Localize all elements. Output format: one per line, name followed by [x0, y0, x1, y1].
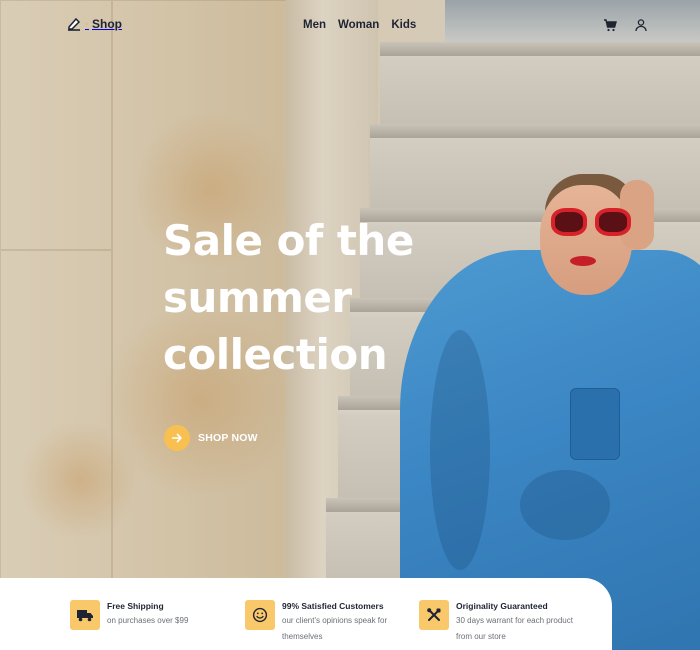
nav-item-woman[interactable]: Woman: [338, 19, 379, 31]
logo-accent-dot: ·: [85, 17, 89, 31]
feature-desc: 30 days warrant for each product from ou…: [456, 613, 573, 644]
feature-desc-line: our client's opinions speak for: [282, 616, 388, 625]
nav-item-kids[interactable]: Kids: [391, 19, 416, 31]
features-bar: Free Shipping on purchases over $99 99% …: [0, 578, 612, 650]
feature-originality-guaranteed: Originality Guaranteed 30 days warrant f…: [419, 600, 573, 644]
user-icon[interactable]: [634, 18, 648, 32]
feature-title: Free Shipping: [107, 601, 164, 611]
model-sunglasses: [551, 208, 633, 238]
nav-item-men[interactable]: Men: [303, 19, 326, 31]
hero-title: Sale of the summer collection: [163, 212, 463, 383]
coat-pocket: [570, 388, 620, 460]
feature-desc-line: themselves: [282, 631, 323, 641]
main-nav: Men Woman Kids: [303, 19, 416, 31]
truck-icon: [70, 600, 100, 630]
brand-logo[interactable]: · Shop: [66, 16, 122, 32]
stair-lip: [370, 124, 700, 138]
brand-name: Shop: [92, 17, 122, 31]
pencil-box-icon: [68, 17, 81, 31]
model-lips: [570, 256, 596, 266]
feature-title: Originality Guaranteed: [456, 601, 548, 611]
shop-now-label: SHOP NOW: [198, 432, 258, 444]
hero-title-line: Sale of the: [163, 216, 414, 265]
feature-free-shipping: Free Shipping on purchases over $99: [70, 600, 188, 630]
site-header: · Shop Men Woman Kids: [0, 0, 700, 52]
wall-stain: [20, 420, 140, 540]
feature-desc: our client's opinions speak for themselv…: [282, 613, 387, 644]
feature-desc-line: 30 days warrant for each product: [456, 616, 573, 625]
feature-desc: on purchases over $99: [107, 616, 189, 625]
hero-title-line: summer: [163, 273, 352, 322]
tools-icon: [419, 600, 449, 630]
model-face: [540, 185, 632, 295]
feature-satisfied-customers: 99% Satisfied Customers our client's opi…: [245, 600, 387, 644]
cart-icon[interactable]: [603, 18, 617, 32]
coat-fold: [520, 470, 610, 540]
feature-title: 99% Satisfied Customers: [282, 601, 384, 611]
arrow-right-icon: [164, 425, 190, 451]
hero-title-line: collection: [163, 330, 388, 379]
shop-now-button[interactable]: SHOP NOW: [164, 425, 258, 451]
smile-icon: [245, 600, 275, 630]
feature-desc-line: from our store: [456, 631, 506, 641]
